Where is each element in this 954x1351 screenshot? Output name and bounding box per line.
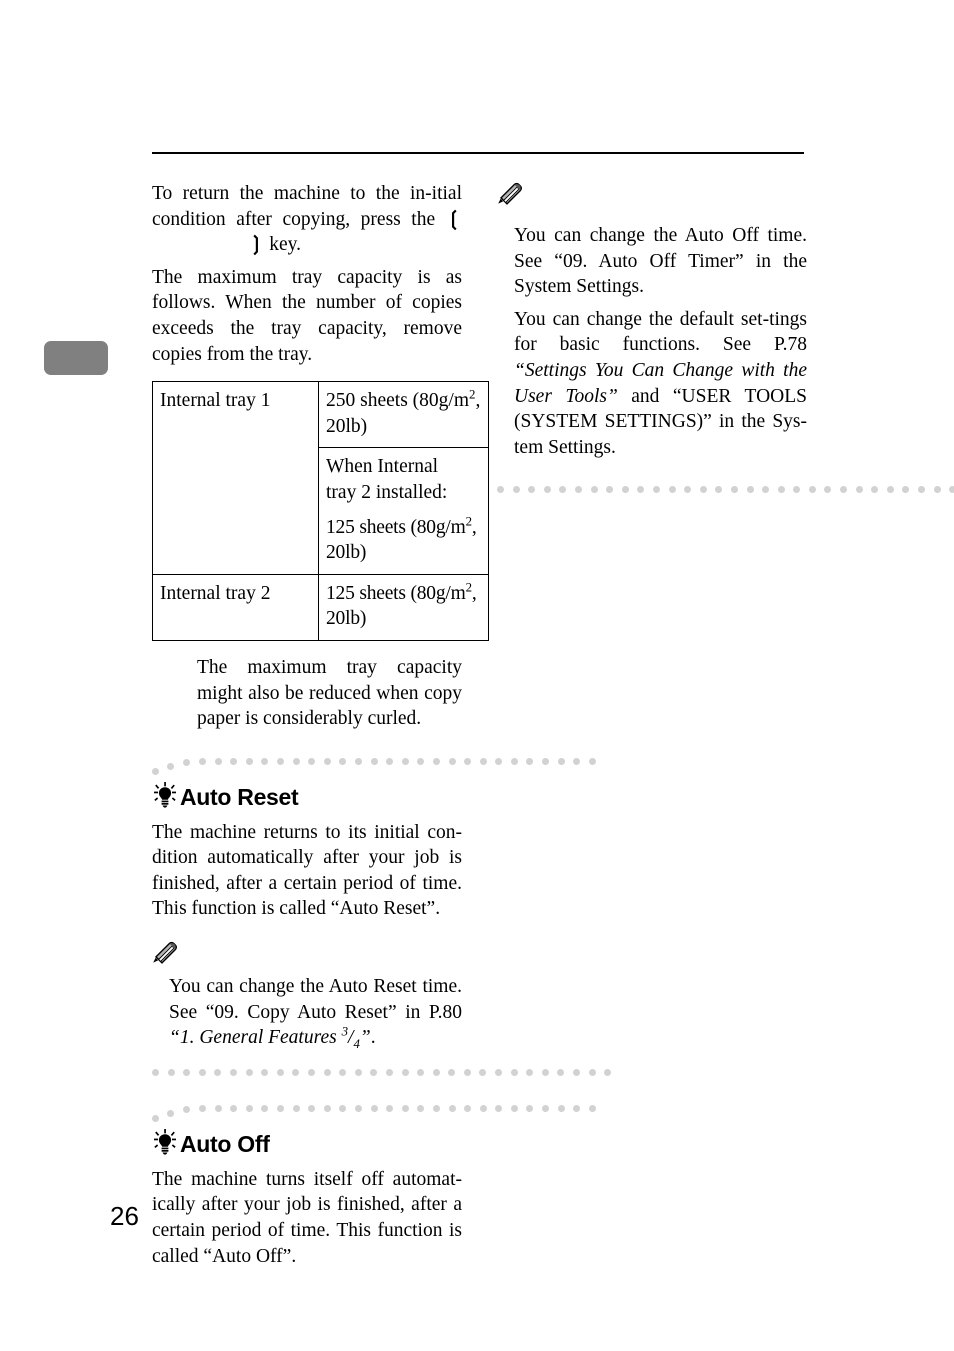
note-italic-close: ”: [359, 1027, 371, 1049]
table-cell-capacity: 250 sheets (80g/m2, 20lb): [318, 381, 489, 449]
capacity-comma: ,: [471, 516, 477, 538]
lightbulb-icon: [154, 1128, 176, 1155]
separator-dot-row: [199, 757, 596, 765]
separator-dot-row: [199, 1104, 596, 1112]
return-text-before-bracket: To return the machine to the in-itial co…: [152, 183, 462, 230]
section-title: Auto Off: [180, 1130, 270, 1157]
section-separator-dots: [152, 754, 596, 775]
document-page: To return the machine to the in-itial co…: [0, 0, 954, 1351]
note-italic-open: “1. General Features: [169, 1027, 342, 1049]
bracket-close-glyph: ❳: [248, 234, 265, 256]
note-paragraph-auto-off-time: You can change the Auto Off time. See “0…: [514, 225, 807, 298]
lightbulb-icon: [154, 781, 176, 808]
tray2-condition-line-1: When Internal: [326, 456, 439, 478]
note-text-tail: .: [370, 1027, 376, 1049]
capacity-value: 125 sheets (80g/m2, 20lb): [326, 581, 481, 632]
tray-name-label: Internal tray 1: [160, 390, 271, 412]
header-rule: [152, 152, 804, 154]
tray-capacity-table: Internal tray 1 250 sheets (80g/m2, 20lb…: [152, 381, 489, 641]
fraction-three-quarters: 3/4: [342, 1025, 360, 1050]
section-separator-dots: [152, 1101, 596, 1122]
left-column: To return the machine to the in-itial co…: [152, 181, 612, 1269]
separator-dot-row: [152, 1068, 612, 1076]
capacity-value: 250 sheets (80g/m2, 20lb): [326, 388, 481, 439]
capacity-unit: m: [453, 390, 469, 412]
note-reference-italic: “1. General Features 3/4”: [169, 1025, 371, 1050]
table-row: Internal tray 2 125 sheets (80g/m2, 20lb): [152, 573, 489, 641]
separator-dot-row: [497, 486, 954, 494]
note-auto-reset-text: You can change the Auto Reset time. See …: [169, 974, 462, 1051]
table-cell-tray-name: Internal tray 2: [152, 573, 319, 641]
capacity-value-tray2-installed: 125 sheets (80g/m2, 20lb): [326, 515, 481, 566]
paragraph-auto-reset-body: The machine returns to its initial con-d…: [152, 821, 462, 920]
note-text-lead: You can change the default set-tings for…: [514, 308, 807, 356]
chapter-margin-tab: [44, 341, 108, 375]
section-heading-auto-off: Auto Off: [152, 1128, 462, 1157]
section-title: Auto Reset: [180, 783, 299, 810]
capacity-comma: ,: [471, 582, 477, 604]
note-paragraph-default-settings: You can change the default set-tings for…: [514, 307, 807, 461]
note-text-lead: You can change the Auto Reset time. See …: [169, 976, 462, 1023]
note-auto-off-settings: You can change the Auto Off time. See “0…: [497, 223, 807, 460]
paragraph-max-tray-capacity: The maximum tray capacity is as follows.…: [152, 266, 462, 365]
paragraph-return-to-initial: To return the machine to the in-itial co…: [152, 181, 462, 258]
section-end-dots: [152, 1065, 612, 1083]
table-row: Internal tray 1 250 sheets (80g/m2, 20lb…: [152, 381, 489, 575]
table-cell-capacity-with-tray2: When Internal tray 2 installed: 125 shee…: [318, 447, 489, 575]
paragraph-curled-paper: The maximum tray capacity might also be …: [197, 656, 462, 730]
pencil-icon: [498, 182, 522, 205]
page-number: 26: [110, 1201, 139, 1231]
return-text-after-bracket: key.: [264, 234, 301, 256]
tray2-condition-line-2: tray 2 installed:: [326, 481, 448, 503]
right-column: You can change the Auto Off time. See “0…: [497, 181, 954, 500]
capacity-second-line: 20lb): [326, 608, 367, 630]
bracket-open-glyph: ❲: [445, 208, 462, 230]
pencil-icon: [153, 941, 177, 964]
section-heading-auto-reset: Auto Reset: [152, 781, 462, 810]
section-end-dots: [497, 482, 954, 500]
capacity-prefix: 125 sheets (80g/m: [326, 516, 466, 538]
table-cell-tray-name: Internal tray 1: [152, 381, 319, 575]
capacity-prefix: 125 sheets (80g/m: [326, 582, 466, 604]
tray-name-label: Internal tray 2: [160, 582, 271, 604]
paragraph-auto-off-body: The machine turns itself off automat-ica…: [152, 1168, 462, 1267]
note-auto-reset: You can change the Auto Reset time. See …: [152, 974, 462, 1051]
capacity-second-line: 20lb): [326, 542, 367, 564]
table-cell-capacity: 125 sheets (80g/m2, 20lb): [318, 573, 489, 641]
capacity-prefix: 250 sheets (80g/: [326, 390, 454, 412]
